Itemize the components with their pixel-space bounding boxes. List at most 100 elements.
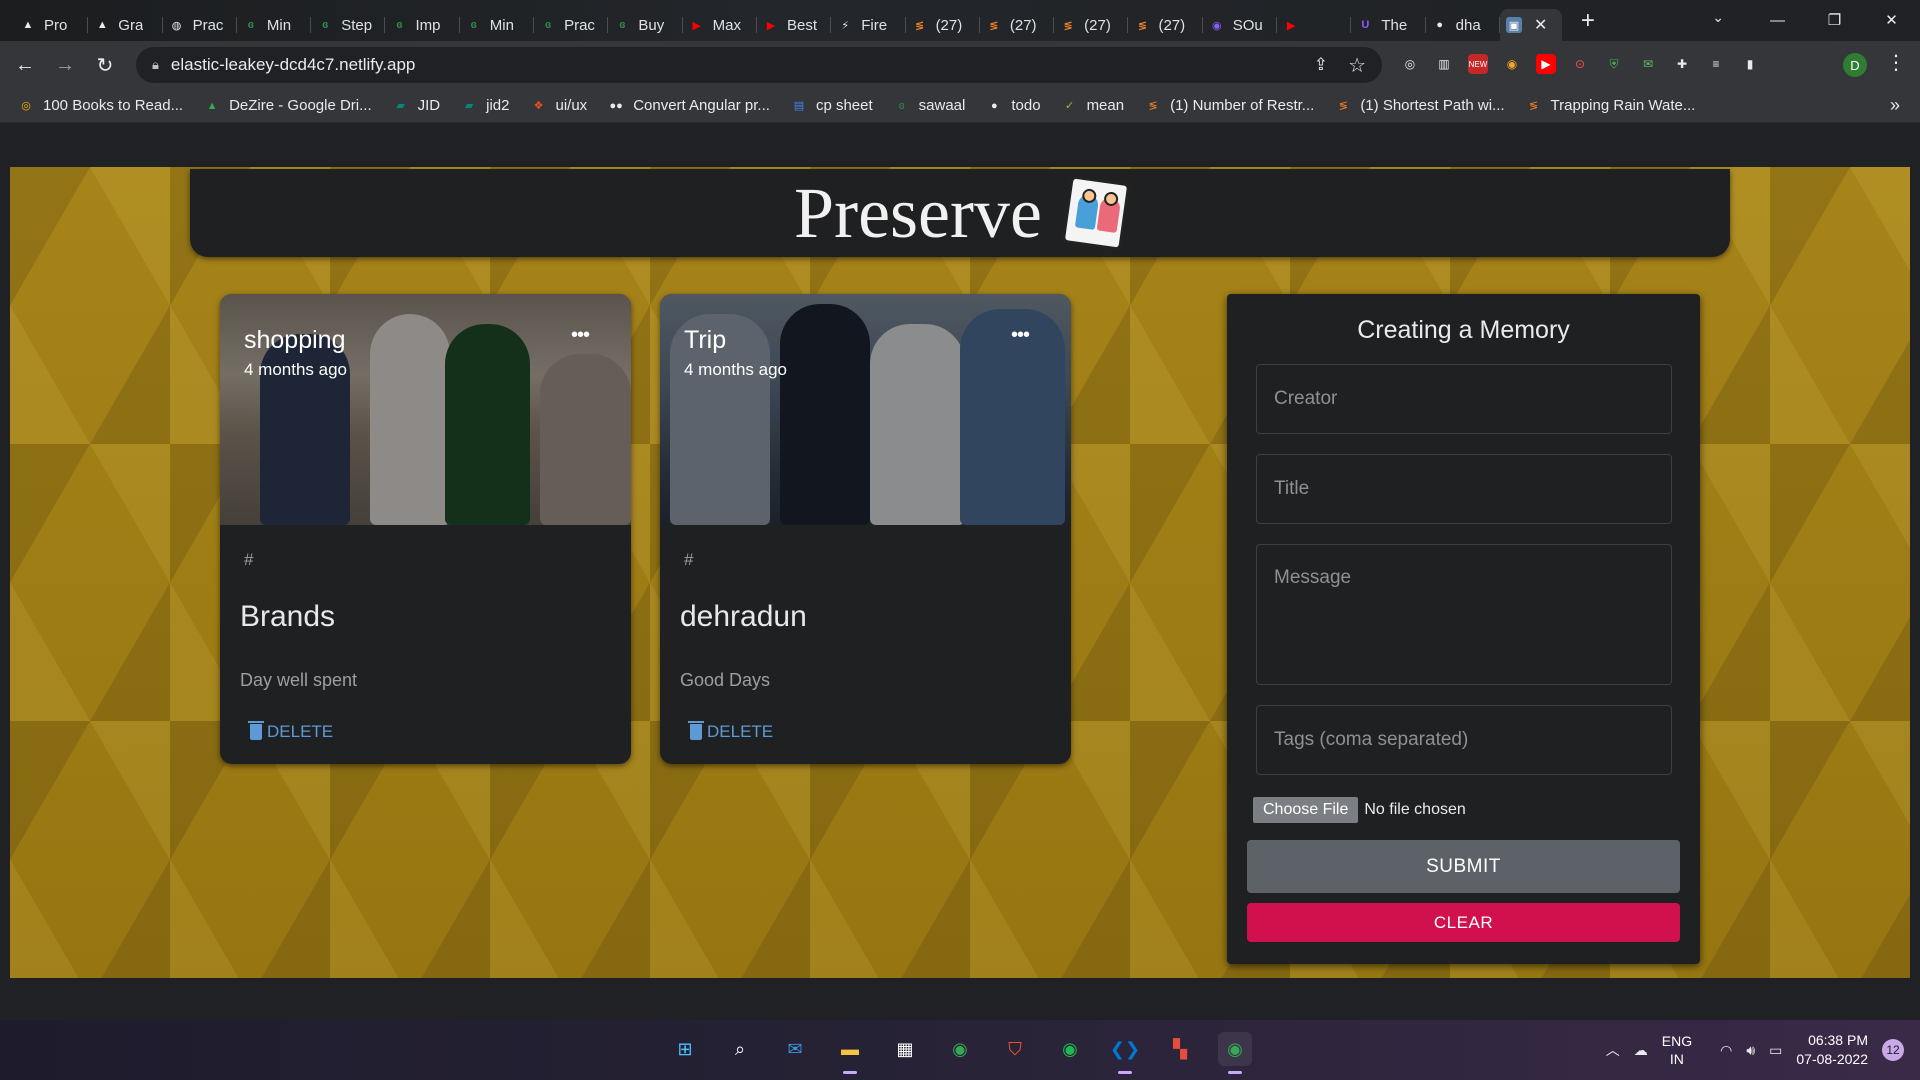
extension-play-icon[interactable]: ⊙ — [1570, 54, 1590, 74]
browser-tab[interactable]: ▶ Max — [683, 9, 757, 41]
tab-search-chevron-icon[interactable]: ⌄ — [1712, 9, 1724, 26]
page-viewport: Preserve shopping 4 months ago ••• # Bra… — [0, 124, 1920, 1020]
browser-tab[interactable]: ◍ Prac — [163, 9, 237, 41]
taskbar-office-icon[interactable]: ▚ — [1163, 1032, 1197, 1066]
extension-chart-icon[interactable]: ▥ — [1434, 54, 1454, 74]
bookmark-item[interactable]: ◎ 100 Books to Read... — [18, 97, 183, 114]
more-options-icon[interactable]: ••• — [571, 324, 590, 347]
notification-badge[interactable]: 12 — [1882, 1039, 1904, 1061]
bookmark-item[interactable]: ●● Convert Angular pr... — [608, 97, 770, 114]
taskbar-folder-icon[interactable]: ▬ — [833, 1032, 867, 1074]
more-options-icon[interactable]: ••• — [1011, 324, 1030, 347]
share-icon[interactable]: ⇪ — [1314, 55, 1328, 75]
browser-tab[interactable]: ● dha — [1426, 9, 1500, 41]
browser-tab[interactable]: ɞ Step — [311, 9, 386, 41]
taskbar-chrome-icon[interactable]: ◉ — [943, 1032, 977, 1066]
browser-tab[interactable]: ≶ (27) — [980, 9, 1055, 41]
close-window-button[interactable]: ✕ — [1863, 0, 1920, 40]
extension-glasses-icon[interactable]: ◎ — [1400, 54, 1420, 74]
taskbar-store-icon[interactable]: ▦ — [888, 1032, 922, 1066]
extension-shield-icon[interactable]: ◉ — [1502, 54, 1522, 74]
browser-tab[interactable]: ɞ Min — [460, 9, 535, 41]
bookmark-item[interactable]: ɞ sawaal — [894, 97, 966, 114]
stackoverflow-icon: ≶ — [989, 19, 999, 32]
tab-active[interactable]: ▣ ✕ — [1499, 9, 1562, 41]
post-creator: Trip — [684, 326, 727, 354]
reading-list-icon[interactable]: ≡ — [1706, 54, 1726, 74]
tab-label: Prac — [192, 16, 224, 34]
browser-tab[interactable]: ɞ Min — [237, 9, 312, 41]
taskbar-brave-icon[interactable]: ⛉ — [998, 1032, 1032, 1066]
forward-button[interactable]: → — [50, 50, 80, 80]
browser-tab[interactable]: ◉ SOu — [1203, 9, 1278, 41]
clock[interactable]: 06:38 PM 07-08-2022 — [1796, 1031, 1868, 1069]
bookmark-item[interactable]: ≶ (1) Shortest Path wi... — [1335, 97, 1505, 114]
bookmarks-overflow-button[interactable]: » — [1890, 95, 1900, 116]
chrome-menu-icon[interactable]: ⋮ — [1886, 50, 1906, 75]
delete-button[interactable]: DELETE — [248, 721, 333, 742]
extension-mail-icon[interactable]: ✉ — [1638, 54, 1658, 74]
browser-tab[interactable]: ▲ Pro — [14, 9, 89, 41]
bookmark-item[interactable]: ● todo — [986, 97, 1041, 114]
browser-tab[interactable]: U The — [1351, 9, 1426, 41]
reload-button[interactable]: ↻ — [90, 50, 120, 80]
tray-chevron-icon[interactable]: ︿ — [1606, 1040, 1620, 1060]
close-tab-icon[interactable]: ✕ — [1534, 15, 1547, 35]
tags-input[interactable] — [1256, 705, 1672, 775]
extensions-puzzle-icon[interactable]: ✚ — [1672, 54, 1692, 74]
volume-icon[interactable]: 🔊︎ — [1746, 1042, 1755, 1059]
delete-button[interactable]: DELETE — [688, 721, 773, 742]
browser-tab[interactable]: ɞ Imp — [385, 9, 460, 41]
address-bar[interactable]: 🔒︎ elastic-leakey-dcd4c7.netlify.app ⇪ ☆ — [136, 47, 1382, 83]
bookmark-item[interactable]: ▰ JID — [393, 97, 440, 114]
language-indicator[interactable]: ENG IN — [1662, 1032, 1692, 1068]
taskbar-windows-start-icon[interactable]: ⊞ — [668, 1032, 702, 1066]
tab-label: (27) — [1158, 16, 1186, 34]
browser-tab[interactable]: ▲ Gra — [88, 9, 163, 41]
back-button[interactable]: ← — [10, 50, 40, 80]
bookmark-item[interactable]: ≶ Trapping Rain Wate... — [1526, 97, 1695, 114]
taskbar-mail-icon[interactable]: ✉ — [778, 1032, 812, 1066]
title-input[interactable] — [1256, 454, 1672, 524]
extension-adguard-icon[interactable]: ⛨ — [1604, 54, 1624, 74]
taskbar-vscode-icon[interactable]: ❮❯ — [1108, 1032, 1142, 1074]
lock-icon[interactable]: 🔒︎ — [152, 57, 159, 73]
taskbar-spotify-icon[interactable]: ◉ — [1053, 1032, 1087, 1066]
browser-tab[interactable]: ⚡︎ Fire — [831, 9, 906, 41]
browser-tab[interactable]: ≶ (27) — [906, 9, 980, 41]
browser-tab[interactable]: ɞ Buy — [608, 9, 683, 41]
creator-input[interactable] — [1256, 364, 1672, 434]
profile-avatar[interactable]: D — [1843, 53, 1867, 77]
browser-tab[interactable]: ≶ (27) — [1128, 9, 1203, 41]
post-creator: shopping — [244, 326, 346, 354]
clear-button[interactable]: CLEAR — [1247, 903, 1680, 942]
side-panel-icon[interactable]: ▮ — [1740, 54, 1760, 74]
browser-tab[interactable]: ɞ Prac — [534, 9, 609, 41]
bookmark-item[interactable]: ▰ jid2 — [461, 97, 510, 114]
bookmark-item[interactable]: ≶ (1) Number of Restr... — [1145, 97, 1314, 114]
bookmark-item[interactable]: ▤ cp sheet — [791, 97, 873, 114]
bookmark-star-icon[interactable]: ☆ — [1348, 53, 1366, 78]
taskbar-search-icon[interactable]: ⌕ — [723, 1032, 757, 1066]
battery-icon[interactable]: ▭ — [1769, 1042, 1782, 1059]
browser-tab[interactable]: ▶ — [1277, 9, 1352, 41]
extension-youtube-icon[interactable]: ▶ — [1536, 54, 1556, 74]
url-text[interactable]: elastic-leakey-dcd4c7.netlify.app — [171, 55, 415, 75]
extension-new-icon[interactable]: NEW — [1468, 54, 1488, 74]
taskbar-chrome-icon[interactable]: ◉ — [1218, 1032, 1252, 1074]
bookmark-item[interactable]: ❖ ui/ux — [531, 97, 588, 114]
tab-label: (27) — [1009, 16, 1037, 34]
post-title: dehradun — [680, 600, 807, 633]
new-tab-button[interactable]: + — [1568, 1, 1608, 41]
wifi-icon[interactable]: ◠ — [1720, 1042, 1732, 1059]
restore-button[interactable]: ❐ — [1806, 0, 1863, 40]
browser-tab[interactable]: ▶ Best — [757, 9, 832, 41]
onedrive-icon[interactable]: ☁ — [1634, 1042, 1648, 1059]
message-input[interactable] — [1256, 544, 1672, 685]
choose-file-button[interactable]: Choose File — [1253, 797, 1359, 823]
browser-tab[interactable]: ≶ (27) — [1054, 9, 1129, 41]
bookmark-item[interactable]: ▲ DeZire - Google Dri... — [204, 97, 372, 114]
minimize-button[interactable]: — — [1749, 0, 1806, 40]
submit-button[interactable]: SUBMIT — [1247, 840, 1680, 893]
bookmark-item[interactable]: ✓ mean — [1062, 97, 1124, 114]
